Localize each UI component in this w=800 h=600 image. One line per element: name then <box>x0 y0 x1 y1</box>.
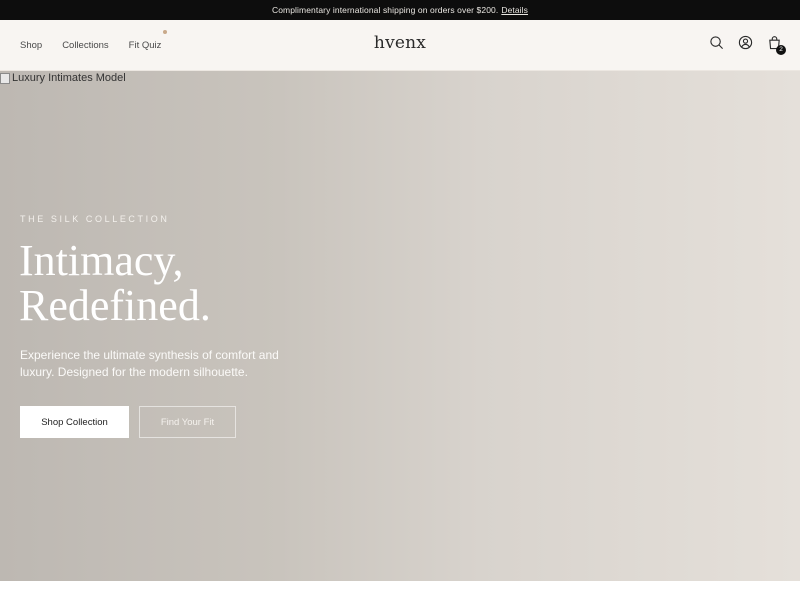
nav-item-fit-quiz-label: Fit Quiz <box>128 39 162 51</box>
announcement-text: Complimentary international shipping on … <box>271 5 499 15</box>
new-indicator-dot <box>163 29 168 34</box>
nav-item-collections[interactable]: Collections <box>62 40 108 51</box>
hero-eyebrow: THE SILK COLLECTION <box>20 214 170 224</box>
announcement-details-link[interactable]: Details <box>501 5 528 15</box>
hero-subtext: Experience the ultimate synthesis of com… <box>20 348 279 379</box>
shop-collection-button[interactable]: Shop Collection <box>20 406 129 438</box>
hero-image: Luxury Intimates Model <box>0 72 126 84</box>
search-icon[interactable] <box>709 35 724 50</box>
site-header: Shop Collections Fit Quiz hvenx 2 <box>0 20 800 71</box>
bag-icon[interactable]: 2 <box>767 35 786 55</box>
account-icon[interactable] <box>738 35 753 50</box>
announcement-bar: Complimentary international shipping on … <box>0 0 800 20</box>
brand-logo[interactable]: hvenx <box>374 33 426 53</box>
nav-item-shop[interactable]: Shop <box>20 40 42 51</box>
hero-image-alt-text: Luxury Intimates Model <box>12 72 126 84</box>
find-your-fit-button[interactable]: Find Your Fit <box>139 406 236 438</box>
hero-headline-line-1: Intimacy, <box>19 236 184 285</box>
hero-section: Luxury Intimates Model THE SILK COLLECTI… <box>0 71 800 581</box>
below-fold-area <box>0 581 800 600</box>
hero-headline: Intimacy, Redefined. <box>19 238 379 328</box>
cart-count-badge: 2 <box>776 45 786 55</box>
main-nav: Shop Collections Fit Quiz <box>20 20 181 70</box>
header-icons: 2 <box>709 35 786 55</box>
broken-image-icon <box>0 72 10 84</box>
nav-item-fit-quiz[interactable]: Fit Quiz <box>128 29 168 51</box>
hero-headline-line-2: Redefined. <box>19 281 211 330</box>
